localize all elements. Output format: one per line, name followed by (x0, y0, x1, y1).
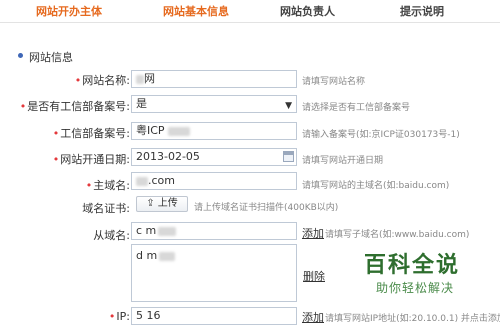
tab-site-basic-info[interactable]: 网站基本信息 (163, 3, 229, 19)
site-name-input[interactable]: 网 (131, 70, 297, 88)
miit-registered-hint: 请选择是否有工信部备案号 (302, 103, 411, 113)
icp-number-hint: 请输入备案号(如:京ICP证030173号-1) (302, 130, 460, 140)
watermark-subtitle: 助你轻松解决 (376, 281, 455, 295)
main-domain-label: •主域名: (85, 179, 130, 192)
redacted-text (159, 251, 176, 261)
tab-site-owner[interactable]: 网站开办主体 (36, 3, 102, 19)
section-title: 网站信息 (29, 51, 73, 64)
required-star: • (74, 74, 82, 87)
redacted-text (167, 126, 190, 136)
open-date-input[interactable]: 2013-02-05 (131, 148, 297, 166)
redacted-text (158, 226, 177, 236)
domain-cert-hint: 请上传域名证书扫描件(400KB以内) (194, 203, 339, 213)
miit-registered-label: •是否有工信部备案号: (19, 100, 130, 113)
upload-icon: ⇪ (146, 198, 155, 209)
icp-number-label: •工信部备案号: (52, 127, 130, 140)
watermark-logo: 百科全说 助你轻松解决 (364, 247, 460, 296)
icp-number-input[interactable]: 粤ICP (131, 122, 297, 140)
ip-input[interactable]: 5 16 (131, 307, 297, 325)
ip-add-link[interactable]: 添加 (302, 309, 324, 325)
domain-cert-label: 域名证书: (82, 202, 130, 215)
site-name-hint: 请填写网站名称 (302, 77, 366, 87)
sub-domain-list-item[interactable]: d m (136, 249, 176, 262)
sub-domain-label: 从域名: (93, 229, 130, 242)
upload-button[interactable]: ⇪ 上传 (136, 196, 188, 212)
open-date-hint: 请填写网站开通日期 (302, 156, 384, 166)
required-star: • (19, 100, 27, 113)
section-bullet-icon (18, 53, 23, 58)
required-star: • (52, 127, 60, 140)
tab-site-manager[interactable]: 网站负责人 (280, 3, 335, 19)
redacted-text (136, 176, 148, 186)
sub-domain-input[interactable]: c m (131, 222, 297, 240)
required-star: • (52, 153, 60, 166)
sub-domain-hint: 请填写子域名(如:www.baidu.com) (325, 230, 470, 240)
sub-domain-add-link[interactable]: 添加 (302, 225, 324, 241)
main-domain-input[interactable]: .com (131, 172, 297, 190)
calendar-icon[interactable] (283, 151, 294, 162)
sub-domain-list[interactable]: d m (131, 244, 297, 302)
site-name-label: •网站名称: (74, 74, 130, 87)
ip-label: •IP: (108, 310, 130, 323)
sub-domain-delete-link[interactable]: 删除 (303, 268, 325, 284)
required-star: • (85, 179, 93, 192)
watermark-title: 百科全说 (364, 253, 461, 278)
main-domain-hint: 请填写网站的主域名(如:baidu.com) (302, 181, 450, 191)
dropdown-arrow-icon: ▼ (285, 101, 292, 111)
open-date-label: •网站开通日期: (52, 153, 130, 166)
required-star: • (108, 310, 116, 323)
tab-bar: 网站开办主体 网站基本信息 网站负责人 提示说明 (0, 0, 500, 23)
redacted-text (136, 74, 144, 84)
tab-instructions[interactable]: 提示说明 (400, 3, 444, 19)
miit-registered-select[interactable]: 是 ▼ (131, 95, 297, 113)
